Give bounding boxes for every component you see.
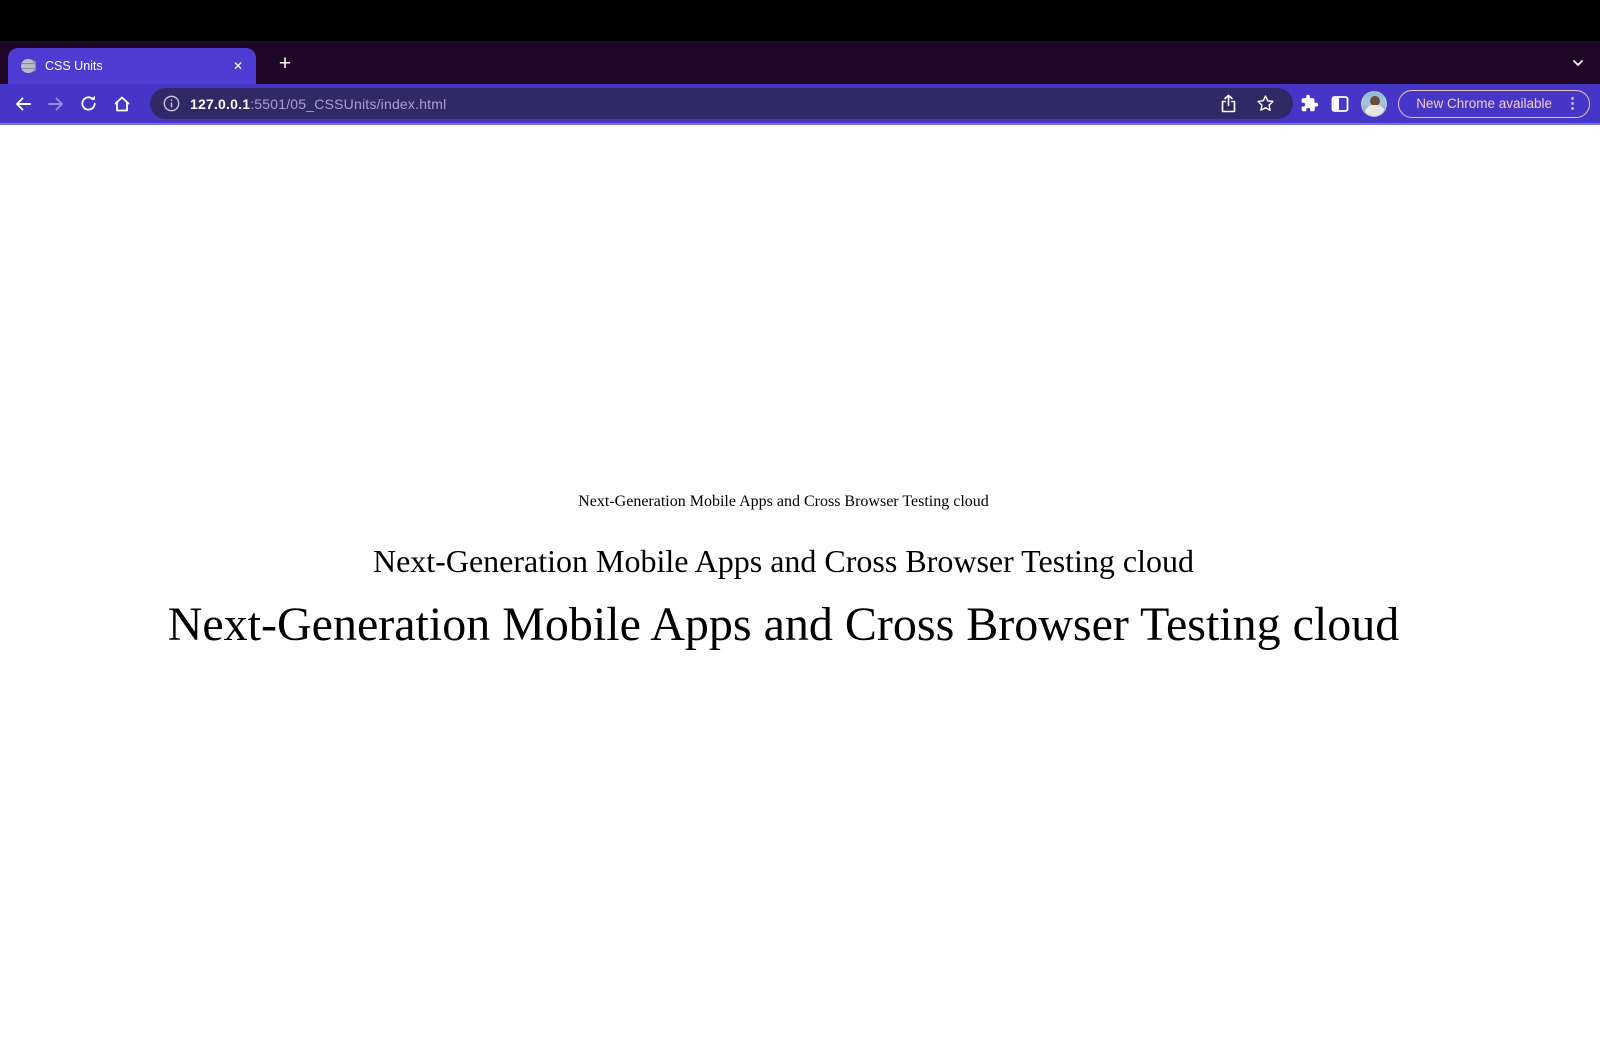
extensions-puzzle-icon[interactable]	[1298, 93, 1319, 114]
side-panel-icon[interactable]	[1330, 94, 1350, 114]
overflow-menu-icon[interactable]: ⋮	[1565, 96, 1580, 111]
bookmark-star-icon[interactable]	[1256, 94, 1275, 113]
chrome-update-label: New Chrome available	[1416, 96, 1552, 111]
heading-small: Next-Generation Mobile Apps and Cross Br…	[0, 493, 1567, 511]
chrome-update-button[interactable]: New Chrome available ⋮	[1398, 90, 1590, 118]
tab-strip: CSS Units ✕ +	[0, 41, 1600, 84]
back-icon[interactable]	[6, 87, 39, 120]
share-icon[interactable]	[1220, 94, 1237, 113]
browser-window: CSS Units ✕ +	[0, 0, 1600, 1039]
reload-icon[interactable]	[72, 87, 105, 120]
page-content: Next-Generation Mobile Apps and Cross Br…	[0, 125, 1567, 652]
tab-close-icon[interactable]: ✕	[230, 58, 246, 74]
web-page: Next-Generation Mobile Apps and Cross Br…	[0, 125, 1600, 1039]
tab-search-chevron-icon[interactable]	[1568, 53, 1588, 73]
url-host: 127.0.0.1	[190, 96, 250, 112]
system-bar	[0, 0, 1600, 41]
url-text: 127.0.0.1:5501/05_CSSUnits/index.html	[190, 96, 446, 112]
globe-favicon-icon	[20, 58, 36, 74]
tab-title: CSS Units	[45, 59, 221, 73]
address-bar[interactable]: 127.0.0.1:5501/05_CSSUnits/index.html	[150, 88, 1293, 119]
avatar-shirt	[1365, 105, 1385, 117]
browser-toolbar: 127.0.0.1:5501/05_CSSUnits/index.html	[0, 84, 1600, 125]
home-icon[interactable]	[105, 87, 138, 120]
tab-css-units[interactable]: CSS Units ✕	[8, 48, 256, 84]
new-tab-button[interactable]: +	[272, 51, 298, 77]
profile-avatar[interactable]	[1361, 91, 1387, 117]
navigation-buttons	[6, 84, 138, 123]
toolbar-right-actions: New Chrome available ⋮	[1298, 84, 1590, 123]
site-info-icon[interactable]	[163, 95, 180, 112]
address-bar-actions	[1220, 94, 1279, 113]
url-path: :5501/05_CSSUnits/index.html	[250, 96, 446, 112]
heading-medium: Next-Generation Mobile Apps and Cross Br…	[0, 543, 1567, 580]
forward-icon[interactable]	[39, 87, 72, 120]
heading-large: Next-Generation Mobile Apps and Cross Br…	[0, 597, 1567, 652]
